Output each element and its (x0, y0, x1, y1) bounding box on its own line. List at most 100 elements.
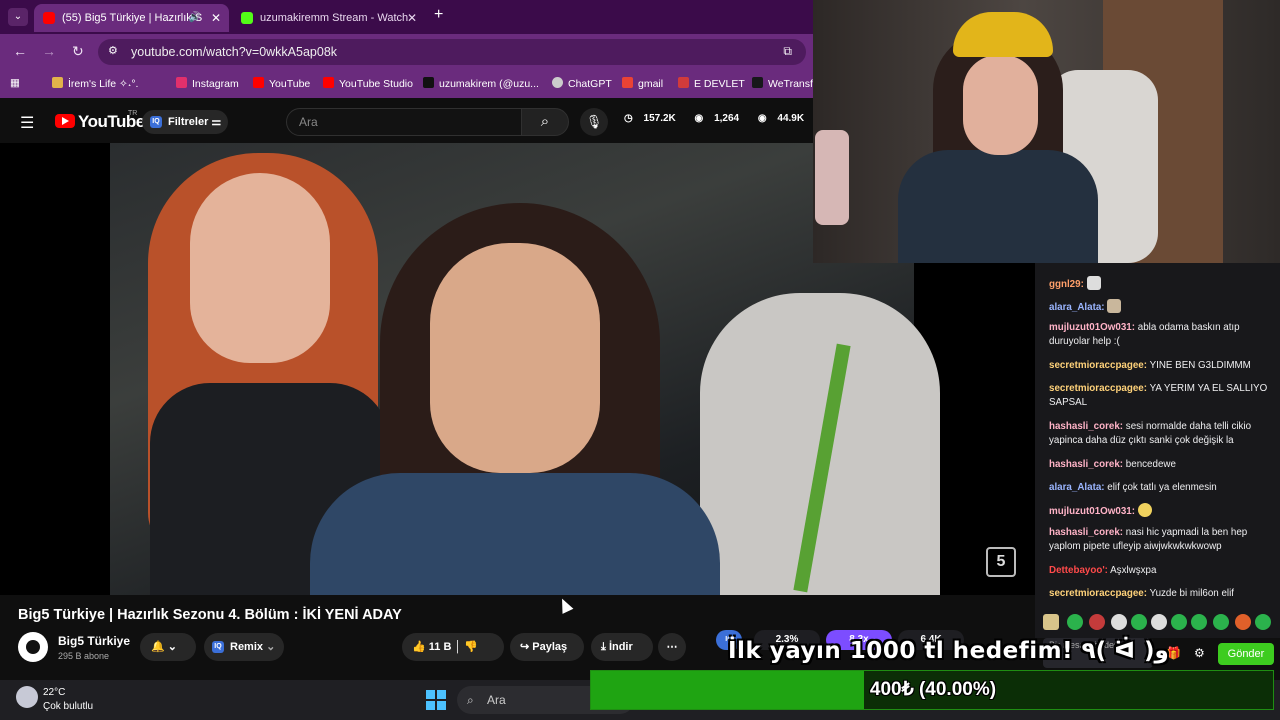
browser-tab-bar: ⌄ (55) Big5 Türkiye | Hazırlık S 🔊 ✕ uzu… (0, 0, 813, 34)
browser-toolbar: ← → ↻ ⚙ youtube.com/watch?v=0wkkA5ap08k … (0, 34, 813, 70)
emote-icon[interactable] (1131, 614, 1147, 630)
donation-goal-value: 400₺ (40.00%) (869, 679, 997, 700)
back-icon[interactable]: ← (13, 43, 27, 59)
emote-icon[interactable] (1111, 614, 1127, 630)
emote-icon[interactable] (1089, 614, 1105, 630)
bookmark-gmail[interactable]: gmail (622, 77, 663, 90)
chat-username[interactable]: hashasli_corek: (1049, 421, 1123, 432)
emote-icon[interactable] (1255, 614, 1271, 630)
video-person-left-face (190, 173, 330, 363)
chat-username[interactable]: mujluzut01Ow031: (1049, 506, 1135, 517)
chat-username[interactable]: hashasli_corek: (1049, 527, 1123, 538)
bookmark-youtube-studio[interactable]: YouTube Studio (323, 77, 413, 90)
emote-icon[interactable] (1171, 614, 1187, 630)
start-button[interactable] (426, 690, 446, 710)
bookmark-icon (52, 77, 63, 88)
download-button[interactable]: ⤓ İndir (591, 633, 653, 661)
share-icon: ↪ (520, 641, 530, 653)
tab-title: (55) Big5 Türkiye | Hazırlık S (62, 12, 203, 24)
forward-icon[interactable]: → (42, 43, 56, 59)
speaker-icon[interactable]: 🔊 (189, 4, 201, 32)
iq-icon: IQ (150, 116, 162, 128)
views-count: 157.2K (643, 113, 676, 124)
windows-logo-icon (426, 701, 435, 710)
search-input[interactable]: Ara (286, 108, 522, 136)
filters-button[interactable]: IQ Filtreler ⚌ (142, 110, 228, 134)
chevron-down-icon: ⌄ (266, 641, 276, 653)
watching-count: 1,264 (714, 113, 740, 124)
avatar[interactable] (18, 632, 48, 662)
chat-username[interactable]: alara_Alata: (1049, 482, 1105, 493)
remix-button[interactable]: IQ Remix ⌄ (204, 633, 284, 661)
chat-username[interactable]: mujluzut01Ow031: (1049, 322, 1135, 333)
youtube-logo-icon[interactable] (55, 114, 75, 128)
cast-icon[interactable]: ⧉ (783, 44, 792, 59)
bookmark-tiktok[interactable]: uzumakirem (@uzu... (423, 77, 539, 90)
apps-icon[interactable]: ▦ (10, 77, 20, 89)
emote-icon[interactable] (1191, 614, 1207, 630)
bookmark-chatgpt[interactable]: ChatGPT (552, 77, 612, 90)
youtube-favicon-icon (43, 12, 55, 24)
emote-icon[interactable] (1151, 614, 1167, 630)
chat-message: ggnl29: (1049, 276, 1275, 292)
more-actions-button[interactable]: ⋯ (658, 633, 686, 661)
windows-logo-icon (426, 690, 435, 699)
search-button[interactable]: ⌕ (521, 108, 569, 136)
sliders-icon: ⚌ (211, 116, 222, 128)
url-text: youtube.com/watch?v=0wkkA5ap08k (131, 45, 338, 59)
chat-username[interactable]: Dettebayoo': (1049, 565, 1108, 576)
bookmark-youtube[interactable]: YouTube (253, 77, 310, 90)
emote-icon[interactable] (1067, 614, 1083, 630)
tab-youtube[interactable]: (55) Big5 Türkiye | Hazırlık S 🔊 ✕ (34, 4, 229, 32)
channel-name[interactable]: Big5 Türkiye (58, 634, 130, 648)
chat-username[interactable]: ggnl29: (1049, 279, 1084, 290)
video-person-center-body (310, 473, 720, 595)
chat-username[interactable]: secretmioraccpagee: (1049, 360, 1147, 371)
chat-username[interactable]: hashasli_corek: (1049, 459, 1123, 470)
region-code: TR (128, 110, 138, 117)
emote-icon[interactable] (1213, 614, 1229, 630)
iq-icon: IQ (212, 641, 224, 653)
reload-icon[interactable]: ↻ (72, 43, 84, 60)
emote-icon[interactable] (1043, 614, 1059, 630)
chat-message: alara_Alata: (1049, 299, 1275, 315)
chat-username[interactable]: secretmioraccpagee: (1049, 383, 1147, 394)
youtube-header: ☰ YouTube TR IQ Filtreler ⚌ Ara ⌕ 🎙 ◷ 15… (0, 100, 851, 143)
chat-username[interactable]: alara_Alata: (1049, 302, 1105, 313)
chat-username[interactable]: secretmioraccpagee: (1049, 588, 1147, 599)
close-tab-icon[interactable]: ✕ (407, 4, 417, 32)
chat-message: secretmioraccpagee: Yuzde bi mil6on elif (1049, 588, 1234, 599)
tiktok-icon (423, 77, 434, 88)
tab-title: uzumakiremm Stream - Watch (260, 12, 409, 24)
chat-message: Dettebayoo': Aşxlwşxpa (1049, 565, 1157, 576)
bookmark-irems-life[interactable]: İrem's Life ✧˖°. (52, 77, 138, 90)
share-button[interactable]: ↪ Paylaş (510, 633, 584, 661)
instagram-icon (176, 77, 187, 88)
weather-temperature[interactable]: 22°C (43, 687, 65, 698)
menu-icon[interactable]: ☰ (20, 113, 34, 133)
youtube-studio-icon (323, 77, 334, 88)
like-button[interactable]: 👍 11 B │ 👎 (402, 633, 504, 661)
bookmark-wetransfer[interactable]: WeTransfe (752, 77, 819, 90)
tab-kick[interactable]: uzumakiremm Stream - Watch ✕ (232, 4, 425, 32)
notification-button[interactable]: 🔔 ⌄ (140, 633, 196, 661)
send-button[interactable]: Gönder (1218, 643, 1274, 665)
thumbs-down-icon[interactable]: 👎 (464, 641, 478, 653)
bookmark-e-devlet[interactable]: E DEVLET (678, 77, 745, 90)
weather-icon[interactable] (16, 686, 38, 708)
streamer-shirt (898, 150, 1098, 263)
gear-icon[interactable]: ⚙ (1194, 646, 1205, 660)
video-person-center-face (430, 243, 600, 473)
chat-message: alara_Alata: elif çok tatlı ya elenmesin (1049, 482, 1217, 493)
wetransfer-icon (752, 77, 763, 88)
tab-search-button[interactable]: ⌄ (8, 8, 28, 26)
emote-icon (1137, 503, 1152, 517)
site-info-icon[interactable]: ⚙ (108, 44, 118, 57)
address-bar[interactable]: ⚙ youtube.com/watch?v=0wkkA5ap08k ⧉ (98, 39, 806, 65)
bookmark-instagram[interactable]: Instagram (176, 77, 239, 90)
weather-condition[interactable]: Çok bulutlu (43, 701, 93, 712)
voice-search-button[interactable]: 🎙 (580, 108, 608, 136)
new-tab-icon[interactable]: + (434, 6, 443, 24)
emote-icon[interactable] (1235, 614, 1251, 630)
close-tab-icon[interactable]: ✕ (211, 4, 221, 32)
